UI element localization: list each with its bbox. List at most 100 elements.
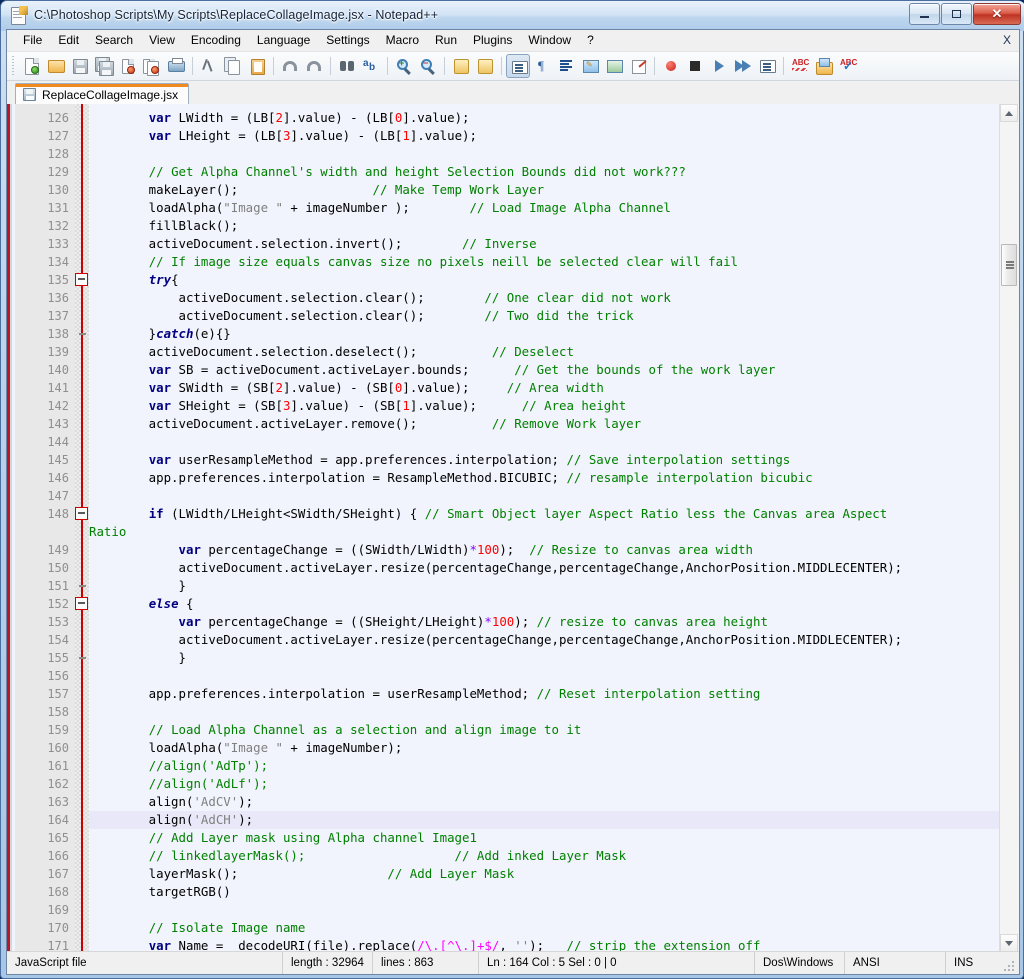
code-line[interactable]: var SWidth = (SB[2].value) - (SB[0].valu…: [89, 379, 1000, 397]
menu-edit[interactable]: Edit: [50, 31, 87, 50]
code-line[interactable]: [89, 667, 1000, 685]
word-wrap-icon[interactable]: [506, 54, 530, 78]
save-icon[interactable]: [68, 54, 92, 78]
code-line[interactable]: [89, 433, 1000, 451]
close-file-icon[interactable]: [116, 54, 140, 78]
code-line[interactable]: }catch(e){}: [89, 325, 1000, 343]
code-line[interactable]: if (LWidth/LHeight<SWidth/SHeight) { // …: [89, 505, 1000, 523]
spell-check-icon[interactable]: ABC: [788, 54, 812, 78]
fold-collapse-icon[interactable]: [75, 507, 88, 520]
menu-run[interactable]: Run: [427, 31, 465, 50]
copy-icon[interactable]: [221, 54, 245, 78]
code-line[interactable]: // Add Layer mask using Alpha channel Im…: [89, 829, 1000, 847]
code-line[interactable]: loadAlpha("Image " + imageNumber ); // L…: [89, 199, 1000, 217]
redo-icon[interactable]: [302, 54, 326, 78]
scroll-up-arrow-icon[interactable]: [1000, 104, 1018, 122]
code-line[interactable]: var LWidth = (LB[2].value) - (LB[0].valu…: [89, 109, 1000, 127]
code-line[interactable]: align('AdCV');: [89, 793, 1000, 811]
menu-macro[interactable]: Macro: [378, 31, 427, 50]
code-line[interactable]: var LHeight = (LB[3].value) - (LB[1].val…: [89, 127, 1000, 145]
menu-encoding[interactable]: Encoding: [183, 31, 249, 50]
stop-recording-icon[interactable]: [683, 54, 707, 78]
code-line[interactable]: activeDocument.selection.clear(); // One…: [89, 289, 1000, 307]
play-macro-icon[interactable]: [707, 54, 731, 78]
print-icon[interactable]: [164, 54, 188, 78]
tab-replacecollageimage[interactable]: ReplaceCollageImage.jsx: [15, 83, 190, 105]
code-line[interactable]: // Isolate Image name: [89, 919, 1000, 937]
indent-guide-icon[interactable]: [554, 54, 578, 78]
function-list-icon[interactable]: [626, 54, 650, 78]
save-macro-icon[interactable]: [755, 54, 779, 78]
code-line[interactable]: // If image size equals canvas size no p…: [89, 253, 1000, 271]
title-bar[interactable]: C:\Photoshop Scripts\My Scripts\ReplaceC…: [1, 1, 1024, 29]
find-icon[interactable]: [335, 54, 359, 78]
code-line[interactable]: var SB = activeDocument.activeLayer.boun…: [89, 361, 1000, 379]
code-line[interactable]: app.preferences.interpolation = Resample…: [89, 469, 1000, 487]
undo-icon[interactable]: [278, 54, 302, 78]
fold-collapse-icon[interactable]: [75, 273, 88, 286]
code-line[interactable]: app.preferences.interpolation = userResa…: [89, 685, 1000, 703]
maximize-button[interactable]: [941, 3, 972, 25]
code-line[interactable]: align('AdCH');: [89, 811, 1000, 829]
scrollbar-thumb[interactable]: [1001, 244, 1017, 286]
paste-icon[interactable]: [245, 54, 269, 78]
code-line[interactable]: }: [89, 649, 1000, 667]
record-macro-icon[interactable]: [659, 54, 683, 78]
minimize-button[interactable]: [909, 3, 940, 25]
code-line[interactable]: var percentageChange = ((SWidth/LWidth)*…: [89, 541, 1000, 559]
close-document-button[interactable]: X: [1003, 33, 1011, 47]
fold-margin[interactable]: [75, 104, 89, 952]
vertical-scrollbar[interactable]: [999, 104, 1019, 952]
close-button[interactable]: ✕: [973, 3, 1021, 25]
code-line[interactable]: try{: [89, 271, 1000, 289]
code-line[interactable]: [89, 901, 1000, 919]
menu-view[interactable]: View: [141, 31, 183, 50]
code-line[interactable]: var userResampleMethod = app.preferences…: [89, 451, 1000, 469]
code-line[interactable]: // Get Alpha Channel's width and height …: [89, 163, 1000, 181]
show-all-characters-icon[interactable]: ¶: [530, 54, 554, 78]
code-line[interactable]: activeDocument.activeLayer.resize(percen…: [89, 559, 1000, 577]
editor-area[interactable]: 126 127 128 129 130 131 132 133 134 135 136 137 138 1…: [7, 104, 1019, 952]
toolbar-grip[interactable]: [11, 56, 16, 76]
code-line[interactable]: //align('AdLf');: [89, 775, 1000, 793]
close-all-files-icon[interactable]: [140, 54, 164, 78]
code-line[interactable]: activeDocument.activeLayer.resize(percen…: [89, 631, 1000, 649]
code-line[interactable]: [89, 145, 1000, 163]
menu-help[interactable]: ?: [579, 31, 602, 50]
code-line[interactable]: var SHeight = (SB[3].value) - (SB[1].val…: [89, 397, 1000, 415]
cut-icon[interactable]: [197, 54, 221, 78]
fold-collapse-icon[interactable]: [75, 597, 88, 610]
menu-settings[interactable]: Settings: [318, 31, 377, 50]
sync-horizontal-scroll-icon[interactable]: [473, 54, 497, 78]
code-line[interactable]: else {: [89, 595, 1000, 613]
code-line[interactable]: layerMask(); // Add Layer Mask: [89, 865, 1000, 883]
open-file-icon[interactable]: [44, 54, 68, 78]
spell-check-ok-icon[interactable]: ABC ✓: [836, 54, 860, 78]
menu-window[interactable]: Window: [520, 31, 579, 50]
code-line[interactable]: //align('AdTp');: [89, 757, 1000, 775]
zoom-in-icon[interactable]: +: [392, 54, 416, 78]
code-line[interactable]: }: [89, 577, 1000, 595]
menu-plugins[interactable]: Plugins: [465, 31, 520, 50]
code-line[interactable]: var percentageChange = ((SHeight/LHeight…: [89, 613, 1000, 631]
replace-icon[interactable]: ab: [359, 54, 383, 78]
menu-language[interactable]: Language: [249, 31, 318, 50]
user-defined-dialog-icon[interactable]: ✎: [578, 54, 602, 78]
code-line[interactable]: loadAlpha("Image " + imageNumber);: [89, 739, 1000, 757]
code-line[interactable]: makeLayer(); // Make Temp Work Layer: [89, 181, 1000, 199]
run-macro-multiple-icon[interactable]: [731, 54, 755, 78]
sync-vertical-scroll-icon[interactable]: [449, 54, 473, 78]
document-map-icon[interactable]: [602, 54, 626, 78]
menu-file[interactable]: File: [15, 31, 50, 50]
menu-search[interactable]: Search: [87, 31, 141, 50]
resize-grip-icon[interactable]: [1004, 959, 1017, 972]
code-line[interactable]: activeDocument.selection.deselect(); // …: [89, 343, 1000, 361]
new-file-icon[interactable]: [20, 54, 44, 78]
code-line[interactable]: // Load Alpha Channel as a selection and…: [89, 721, 1000, 739]
code-line-wrapped[interactable]: Ratio: [89, 523, 1000, 541]
code-line[interactable]: [89, 487, 1000, 505]
code-line[interactable]: var Name = decodeURI(file).replace(/\.[^…: [89, 937, 1000, 952]
run-icon[interactable]: [812, 54, 836, 78]
code-line[interactable]: activeDocument.activeLayer.remove(); // …: [89, 415, 1000, 433]
save-all-icon[interactable]: [92, 54, 116, 78]
